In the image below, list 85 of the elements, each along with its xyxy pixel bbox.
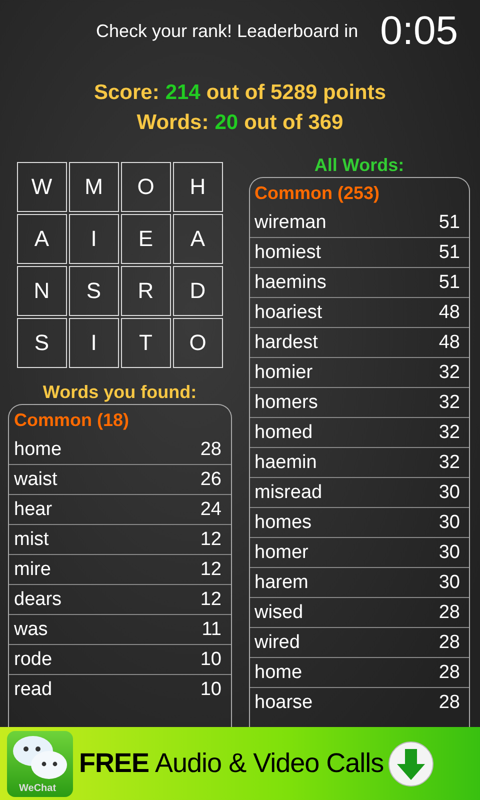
word-points: 24 [200, 498, 222, 522]
word: homer [254, 541, 308, 565]
letter-tile: T [120, 318, 171, 368]
word: wised [254, 601, 304, 625]
word-points: 32 [438, 451, 460, 475]
word: read [14, 678, 52, 702]
word-points: 51 [438, 241, 460, 265]
word: harem [254, 571, 308, 595]
letter-tile: S [68, 266, 119, 316]
word: wired [254, 631, 300, 655]
word: homers [254, 391, 318, 415]
letter-tile: D [172, 266, 223, 316]
word: homes [254, 511, 312, 535]
word-points: 28 [438, 661, 460, 685]
word-points: 11 [202, 618, 222, 642]
word-points: 12 [200, 558, 222, 582]
word-points: 10 [200, 678, 222, 702]
word: homiest [254, 241, 322, 265]
letter-tile: I [68, 318, 119, 368]
word: hoarse [254, 691, 313, 715]
word: haemins [254, 271, 326, 295]
word-points: 48 [438, 301, 460, 325]
word: home [254, 661, 302, 685]
word-points: 32 [438, 361, 460, 385]
letter-tile: S [16, 318, 67, 368]
word: waist [14, 468, 58, 492]
word-points: 12 [200, 528, 222, 552]
letter-tile: O [172, 318, 223, 368]
letter-tile: N [16, 266, 67, 316]
word: haemin [254, 451, 317, 475]
chat-logo-icon: WeChat [7, 730, 73, 796]
letter-tile: A [16, 214, 67, 264]
word-points: 51 [438, 271, 460, 295]
word-points: 30 [438, 511, 460, 535]
ad-headline: Audio & Video Calls [155, 748, 384, 779]
word-points: 30 [438, 481, 460, 505]
word: hear [14, 498, 52, 522]
letter-tile: E [120, 214, 171, 264]
word-points: 28 [438, 601, 460, 625]
word: homed [254, 421, 313, 445]
word-points: 32 [438, 421, 460, 445]
stat-label: Score: [94, 80, 160, 106]
letter-tile: M [68, 162, 119, 212]
letter-tile: W [16, 162, 67, 212]
word-points: 28 [438, 691, 460, 715]
ad-banner[interactable]: WeChat FREE Audio & Video Calls [0, 727, 480, 800]
stat-total: out of 5289 points [206, 80, 386, 106]
letter-tile: R [120, 266, 171, 316]
ad-headline-bold: FREE [79, 748, 150, 779]
word: homier [254, 361, 313, 385]
letter-tile: I [68, 214, 119, 264]
section-title: Words you found: [42, 381, 197, 404]
word: was [14, 618, 48, 642]
word: misread [254, 481, 322, 505]
stat-value: 214 [165, 80, 200, 106]
word: mire [14, 558, 51, 582]
word-points: 30 [438, 571, 460, 595]
word: dears [14, 588, 62, 612]
word: hoariest [254, 301, 322, 325]
countdown-timer: 0:05 [380, 8, 458, 54]
word-points: 26 [200, 468, 222, 492]
word-points: 30 [438, 541, 460, 565]
word-points: 28 [438, 631, 460, 655]
word-points: 48 [438, 331, 460, 355]
download-icon[interactable] [388, 740, 434, 786]
section-title: All Words: [314, 154, 404, 177]
word: hardest [254, 331, 318, 355]
word: home [14, 438, 62, 462]
word-points: 10 [200, 648, 222, 672]
word-points: 32 [438, 391, 460, 415]
word: wireman [254, 211, 326, 235]
word-points: 51 [438, 211, 460, 235]
category-heading: Common (18) [13, 409, 130, 432]
word-points: 28 [200, 438, 222, 462]
letter-tile: H [172, 162, 223, 212]
leaderboard-message: Check your rank! Leaderboard in [96, 20, 358, 42]
word-points: 12 [200, 588, 222, 612]
word: mist [14, 528, 49, 552]
stat-value: 20 [214, 110, 238, 136]
stat-total: out of 369 [244, 110, 344, 136]
stat-label: Words: [136, 110, 209, 136]
letter-tile: A [172, 214, 223, 264]
letter-tile: O [120, 162, 171, 212]
category-heading: Common (253) [254, 182, 381, 205]
word: rode [14, 648, 52, 672]
